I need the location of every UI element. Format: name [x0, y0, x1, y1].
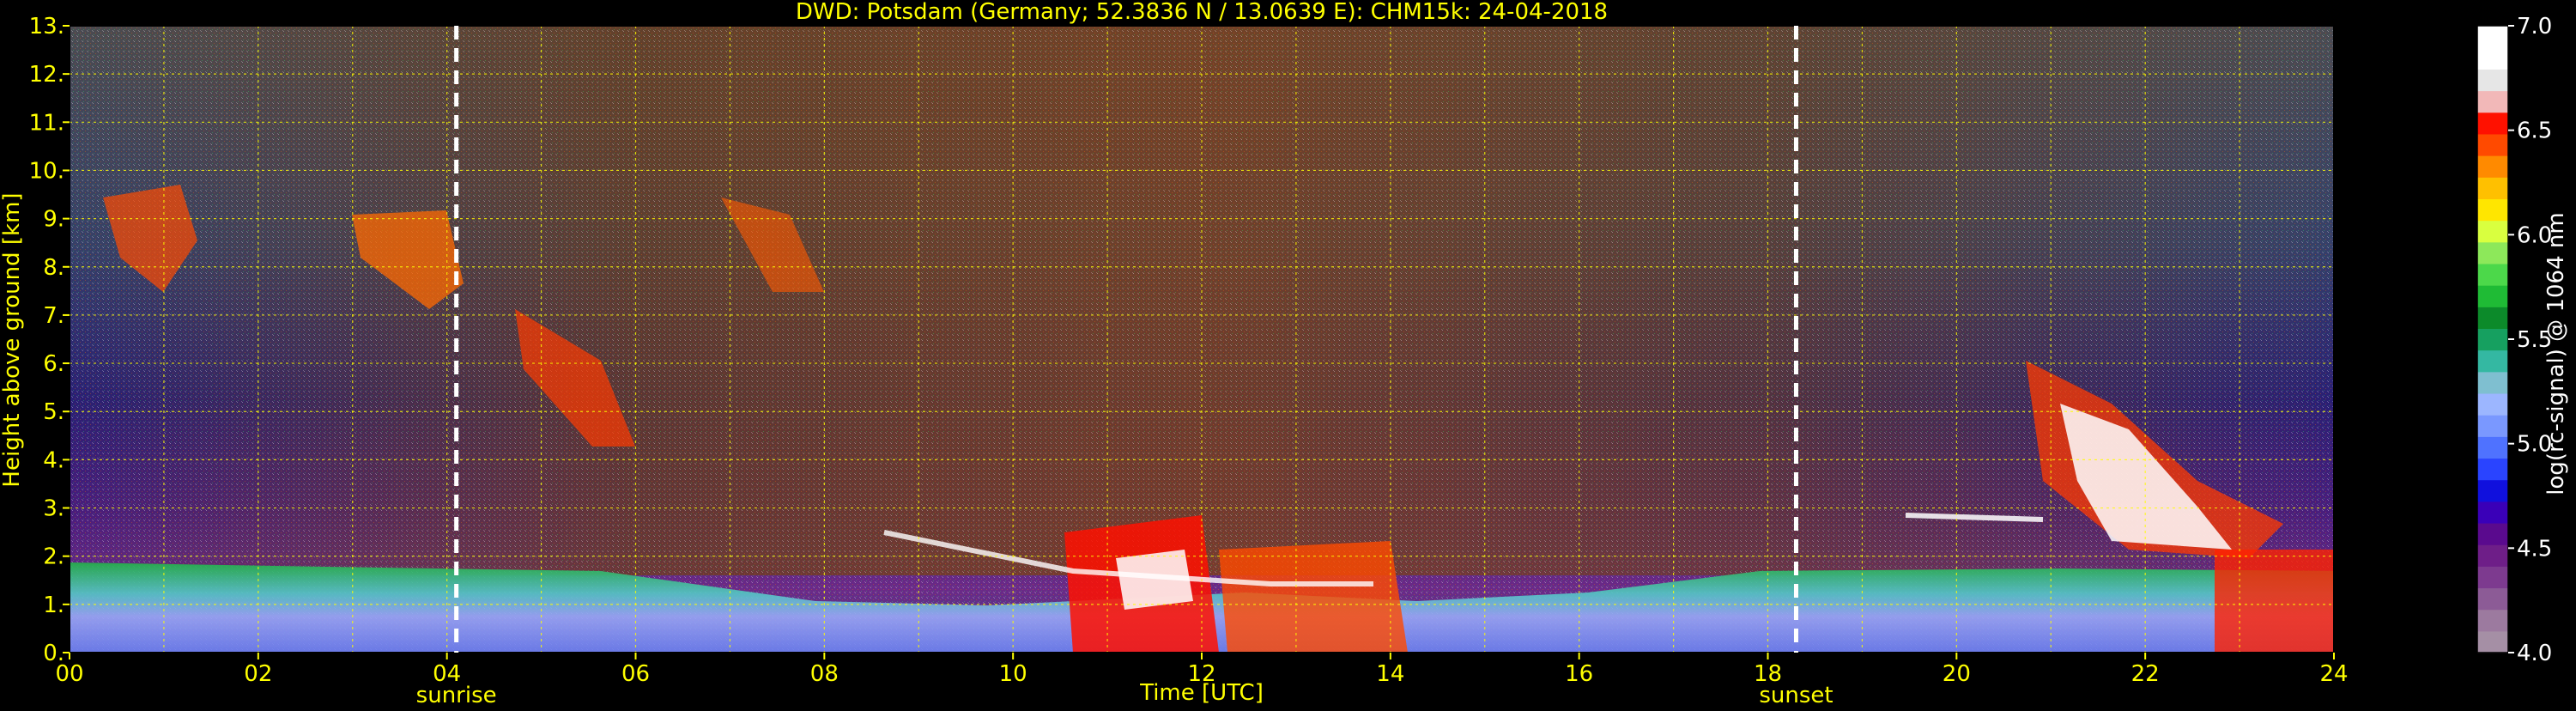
x-tick-label: 06 [621, 661, 650, 687]
colorbar-segment [2477, 69, 2508, 92]
colorbar-segment [2477, 392, 2508, 416]
y-tick-label: 0. [43, 641, 64, 666]
colorbar-segment [2477, 307, 2508, 330]
y-tick-label: 4. [43, 447, 64, 473]
y-tick-label: 2. [43, 544, 64, 570]
colorbar-label: log(rc-signal) @ 1064 nm [2543, 212, 2569, 495]
colorbar-segment [2477, 458, 2508, 481]
colorbar-segment [2477, 285, 2508, 307]
colorbar-segment [2477, 501, 2508, 524]
colorbar-segment [2477, 349, 2508, 373]
colorbar-segment [2477, 220, 2508, 243]
colorbar-segment [2477, 47, 2508, 70]
colorbar-segment [2477, 155, 2508, 178]
y-tick-label: 8. [43, 255, 64, 281]
colorbar-segment [2477, 26, 2508, 48]
y-tick-label: 13. [29, 14, 64, 40]
colorbar-segment [2477, 263, 2508, 286]
x-axis-label: Time [UTC] [1139, 680, 1264, 706]
colorbar-tick-label: 6.5 [2517, 118, 2552, 144]
x-tick-label: 16 [1565, 661, 1593, 687]
colorbar-segment [2477, 177, 2508, 199]
y-axis-label: Height above ground [km] [0, 192, 25, 487]
y-tick-label: 12. [29, 62, 64, 88]
colorbar-tick-label: 7.0 [2517, 14, 2552, 40]
x-tick-label: 08 [810, 661, 839, 687]
colorbar-segment [2477, 328, 2508, 351]
colorbar-segment [2477, 371, 2508, 394]
y-tick-label: 3. [43, 496, 64, 522]
event-label-sunset: sunset [1759, 683, 1833, 708]
colorbar-tick-label: 4.5 [2517, 536, 2552, 562]
x-tick-label: 10 [999, 661, 1027, 687]
colorbar-segment [2477, 609, 2508, 632]
y-tick-label: 10. [29, 158, 64, 184]
colorbar-segment [2477, 133, 2508, 156]
colorbar: 4.04.55.05.56.06.57.0 [2476, 14, 2552, 666]
y-tick-label: 11. [29, 110, 64, 136]
colorbar-segment [2477, 436, 2508, 459]
chart-title: DWD: Potsdam (Germany; 52.3836 N / 13.06… [796, 0, 1608, 25]
x-tick-label: 22 [2131, 661, 2160, 687]
colorbar-segment [2477, 630, 2508, 653]
x-tick-label: 14 [1376, 661, 1404, 687]
y-tick-label: 6. [43, 351, 64, 377]
colorbar-segment [2477, 544, 2508, 567]
colorbar-segment [2477, 112, 2508, 135]
colorbar-segment [2477, 479, 2508, 502]
colorbar-segment [2477, 566, 2508, 589]
y-tick-label: 7. [43, 303, 64, 329]
y-tick-label: 9. [43, 207, 64, 233]
colorbar-segment [2477, 522, 2508, 545]
colorbar-segment [2477, 198, 2508, 222]
x-tick-label: 02 [244, 661, 272, 687]
colorbar-segment [2477, 90, 2508, 113]
x-tick-label: 20 [1943, 661, 1971, 687]
x-tick-label: 24 [2319, 661, 2348, 687]
event-label-sunrise: sunrise [416, 683, 497, 708]
y-tick-label: 5. [43, 399, 64, 425]
colorbar-segment [2477, 587, 2508, 611]
colorbar-tick-label: 4.0 [2517, 641, 2552, 666]
y-tick-label: 1. [43, 592, 64, 618]
colorbar-segment [2477, 241, 2508, 264]
colorbar-segment [2477, 415, 2508, 437]
ceilometer-chart: 00 02 04 06 08 10 12 14 16 18 20 22 24 0. 1. 2. 3. 4. 5. 6.… [0, 0, 2576, 708]
chart-svg: 00 02 04 06 08 10 12 14 16 18 20 22 240.1.2.3.4.5.6.… [0, 0, 2569, 708]
